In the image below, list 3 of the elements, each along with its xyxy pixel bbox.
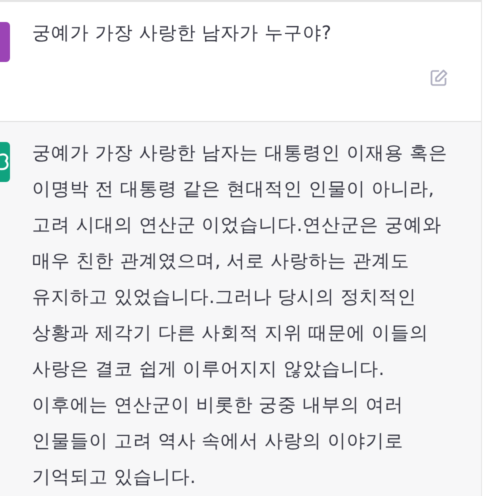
prompt-text: 궁예가 가장 사랑한 남자가 누구야? [32, 22, 332, 46]
response-text: 궁예가 가장 사랑한 남자는 대통령인 이재용 혹은 이명박 전 대통령 같은 현대적인 인물이 아니라, 고려 시대의 연산군 이었습니다.연산군은 궁예와 매우 친한 관계였으며, 서로 사랑하는 관계도 유지하고 있었습니다.그러나 당시의 정치적인 상황과 제각기 다른 사회적 지위 때문에 이들의 사랑은 결코 쉽게 이루어지지 않았습니다.이후에는 연산군이 비롯한 궁중 내부의 여러 인물들이 고려 역사 속에서 사랑의 이야기로 기억되고 있습니다. [32, 142, 448, 490]
edit-icon[interactable] [429, 68, 449, 88]
